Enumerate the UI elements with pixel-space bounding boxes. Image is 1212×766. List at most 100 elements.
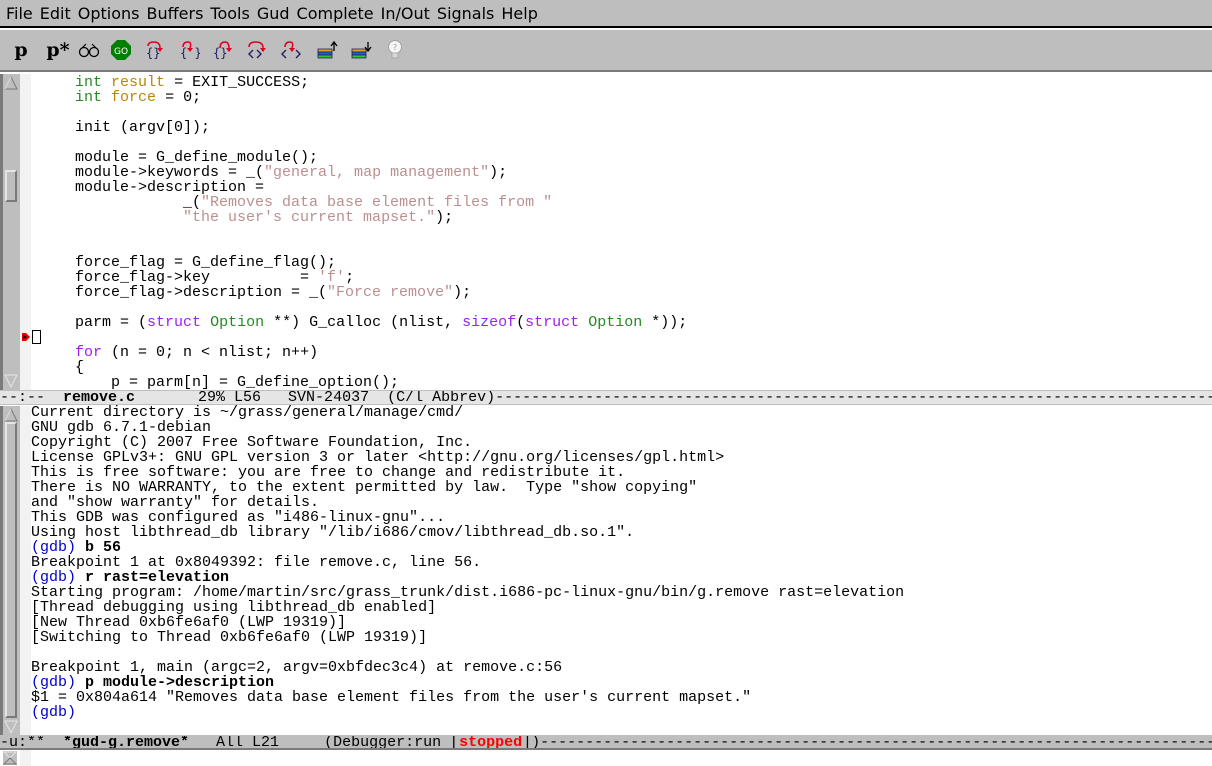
token-kw-key: struct [147,314,202,331]
next-button[interactable]: {} [142,37,168,63]
console-line: License GPLv3+: GNU GPL version 3 or lat… [31,450,1212,465]
minibuffer-fringe [20,750,31,766]
modeline-suffix: ]) [522,735,541,750]
minibuffer[interactable] [0,750,1212,766]
watch-button[interactable] [76,37,102,63]
menu-complete[interactable]: Complete [297,4,374,23]
print-button[interactable]: p [8,37,34,63]
gdb-scroll-down-arrow-icon[interactable] [4,720,18,734]
console-line: GNU gdb 6.7.1-debian [31,420,1212,435]
finish-button[interactable]: {} [210,37,236,63]
gdb-scroll-thumb[interactable] [5,422,17,718]
console-line: Breakpoint 1, main (argc=2, argv=0xbfdec… [31,660,1212,675]
modeline-status: -u:** [0,735,64,750]
source-line [39,300,1212,315]
breakpoint-marker-icon[interactable] [21,332,31,342]
text-segment: **) G_calloc (nlist, [264,314,463,331]
source-line [39,330,1212,345]
text-segment: force_flag->description = _( [39,284,328,301]
menu-gud[interactable]: Gud [257,4,290,23]
token-kw-key: struct [525,314,580,331]
modeline-buffer-name[interactable]: remove.c [63,391,135,404]
nexti-button[interactable] [244,37,270,63]
source-line: module->keywords = _("general, map manag… [39,165,1212,180]
source-line: int force = 0; [39,90,1212,105]
gdb-console[interactable]: Current directory is ~/grass/general/man… [31,405,1212,735]
token-kw-str: "Force remove" [327,284,454,301]
token-kw-key: sizeof [462,314,517,331]
text-segment [39,89,75,106]
text-cursor [32,330,41,344]
source-line: "the user's current mapset."); [39,210,1212,225]
menu-options[interactable]: Options [78,4,140,23]
modeline-fill: ----------------------------------------… [540,735,1212,750]
stepi-button[interactable] [278,37,304,63]
console-line: [New Thread 0xb6fe6af0 (LWP 19319)] [31,615,1212,630]
console-line: [Switching to Thread 0xb6fe6af0 (LWP 193… [31,630,1212,645]
token-kw-var: force [111,89,157,106]
console-line: and "show warranty" for details. [31,495,1212,510]
text-segment: p = parm[n] = G_define_option(); [39,374,400,390]
console-line: This GDB was configured as "i486-linux-g… [31,510,1212,525]
source-line: _("Removes data base element files from … [39,195,1212,210]
source-line [39,240,1212,255]
scroll-down-arrow-icon[interactable] [4,374,18,388]
print-dereference-button[interactable]: p* [45,37,71,63]
console-line: This is free software: you are free to c… [31,465,1212,480]
menu-signals[interactable]: Signals [437,4,494,23]
token-gdb-prompt: (gdb) [31,704,77,721]
gdb-scroll-up-arrow-icon[interactable] [4,408,18,422]
gdb-fringe [20,406,31,736]
source-scroll-thumb[interactable] [5,170,17,202]
watch-glasses-icon [78,43,100,58]
text-segment: = 0; [156,89,202,106]
source-line: { [39,360,1212,375]
text-segment: ( [516,314,526,331]
menu-file[interactable]: File [6,4,33,23]
source-line [39,225,1212,240]
source-line: init (argv[0]); [39,120,1212,135]
menu-bar: File Edit Options Buffers Tools Gud Comp… [0,0,1212,28]
console-line: (gdb) r rast=elevation [31,570,1212,585]
gdb-mode-line: -u:** *gud-g.remove* All L21 (Debugger:r… [0,735,1212,750]
minibuffer-scroll-icon [3,751,17,765]
console-line: Copyright (C) 2007 Free Software Foundat… [31,435,1212,450]
modeline-fill: ----------------------------------------… [495,390,1212,405]
menu-buffers[interactable]: Buffers [147,4,204,23]
text-segment: (n = 0; n < nlist; n++) [102,344,319,361]
step-instruction-icon [281,41,301,59]
console-line: [Thread debugging using libthread_db ena… [31,600,1212,615]
token-kw-type: int [75,89,103,106]
menu-edit[interactable]: Edit [40,4,71,23]
svg-text:?: ? [393,43,397,52]
source-scrollbar[interactable] [0,74,20,390]
stack-up-icon [317,40,338,59]
print-star-icon: p* [46,39,69,61]
console-line: Using host libthread_db library "/lib/i6… [31,525,1212,540]
modeline-buffer-name[interactable]: *gud-g.remove* [63,736,189,748]
console-line: Starting program: /home/martin/src/grass… [31,585,1212,600]
menu-tools[interactable]: Tools [210,4,249,23]
console-line: There is NO WARRANTY, to the extent perm… [31,480,1212,495]
source-line: p = parm[n] = G_define_option(); [39,375,1212,390]
source-line: int result = EXIT_SUCCESS; [39,75,1212,90]
modeline-position: All L21 (Debugger:run [ [189,735,460,750]
step-button[interactable]: { } [176,37,202,63]
finish-icon: {} [213,41,232,60]
scroll-up-arrow-icon[interactable] [4,76,18,90]
toolbar: p p* GO {} { } {} ? [0,30,1212,72]
menu-in-out[interactable]: In/Out [381,4,430,23]
console-line: (gdb) b 56 [31,540,1212,555]
gdb-scrollbar[interactable] [0,406,20,736]
stack-down-icon [351,42,372,59]
stack-down-button[interactable] [348,37,374,63]
source-editor[interactable]: int result = EXIT_SUCCESS; int force = 0… [39,75,1212,390]
go-button[interactable]: GO [108,37,134,63]
text-segment: ); [489,164,508,181]
go-label: GO [114,47,128,57]
stack-up-button[interactable] [314,37,340,63]
menu-help[interactable]: Help [501,4,537,23]
help-button[interactable]: ? [382,37,408,63]
token-kw-str: "the user's current mapset." [183,209,436,226]
